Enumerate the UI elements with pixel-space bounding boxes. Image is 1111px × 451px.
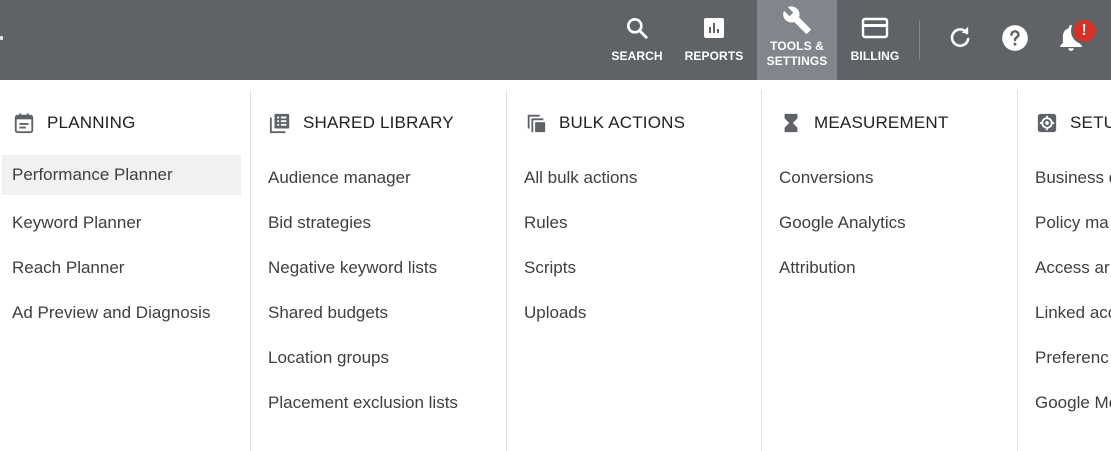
- menu-item-keyword-planner[interactable]: Keyword Planner: [0, 200, 250, 245]
- setup-header: SETU: [1035, 109, 1111, 137]
- menu-item-ad-preview-diagnosis[interactable]: Ad Preview and Diagnosis: [0, 290, 250, 335]
- search-button[interactable]: SEARCH: [605, 0, 669, 80]
- billing-button[interactable]: BILLING: [843, 0, 907, 80]
- reports-icon: [702, 14, 726, 42]
- menu-item-rules[interactable]: Rules: [507, 200, 761, 245]
- help-icon: [1001, 24, 1029, 57]
- notification-badge[interactable]: !: [1071, 18, 1097, 44]
- menu-item-preferences[interactable]: Preferenc: [1018, 335, 1111, 380]
- menu-item-scripts[interactable]: Scripts: [507, 245, 761, 290]
- menu-column-planning: PLANNING Performance Planner Keyword Pla…: [0, 90, 250, 451]
- shared-library-title: SHARED LIBRARY: [303, 113, 454, 132]
- shared-library-list: Audience manager Bid strategies Negative…: [251, 155, 506, 425]
- tools-label-line2: SETTINGS: [766, 54, 828, 68]
- edge-marker: [0, 36, 3, 40]
- tools-settings-label: TOOLS & SETTINGS: [767, 39, 828, 69]
- gear-icon: [1035, 111, 1059, 135]
- menu-item-negative-keyword-lists[interactable]: Negative keyword lists: [251, 245, 506, 290]
- menu-item-reach-planner[interactable]: Reach Planner: [0, 245, 250, 290]
- setup-list: Business d Policy ma Access ar Linked ac…: [1018, 155, 1111, 425]
- search-icon: [624, 14, 650, 42]
- menu-item-access-and-security[interactable]: Access ar: [1018, 245, 1111, 290]
- menu-item-bid-strategies[interactable]: Bid strategies: [251, 200, 506, 245]
- bulk-actions-list: All bulk actions Rules Scripts Uploads: [507, 155, 761, 335]
- menu-item-all-bulk-actions[interactable]: All bulk actions: [507, 155, 761, 200]
- tools-label-line1: TOOLS &: [770, 39, 824, 53]
- menu-item-audience-manager[interactable]: Audience manager: [251, 155, 506, 200]
- menu-item-google-merchant-center[interactable]: Google Mo: [1018, 380, 1111, 425]
- refresh-button[interactable]: [944, 24, 976, 56]
- copy-icon: [524, 111, 548, 135]
- bulk-actions-title: BULK ACTIONS: [559, 113, 686, 132]
- menu-item-location-groups[interactable]: Location groups: [251, 335, 506, 380]
- planning-header: PLANNING: [12, 109, 136, 137]
- bulk-actions-header: BULK ACTIONS: [524, 109, 685, 137]
- planning-title: PLANNING: [47, 113, 136, 132]
- reports-label: REPORTS: [684, 49, 744, 63]
- menu-item-attribution[interactable]: Attribution: [762, 245, 1017, 290]
- calendar-icon: [12, 111, 36, 135]
- menu-column-bulk-actions: BULK ACTIONS All bulk actions Rules Scri…: [506, 90, 761, 451]
- menu-item-performance-planner[interactable]: Performance Planner: [2, 155, 241, 195]
- menu-item-business-data[interactable]: Business d: [1018, 155, 1111, 200]
- refresh-icon: [947, 25, 973, 56]
- shared-library-header: SHARED LIBRARY: [268, 109, 454, 137]
- menu-item-placement-exclusion-lists[interactable]: Placement exclusion lists: [251, 380, 506, 425]
- search-label: SEARCH: [611, 49, 663, 63]
- measurement-title: MEASUREMENT: [814, 113, 949, 132]
- library-icon: [268, 111, 292, 135]
- credit-card-icon: [861, 14, 889, 42]
- menu-item-conversions[interactable]: Conversions: [762, 155, 1017, 200]
- wrench-icon: [782, 6, 812, 34]
- measurement-list: Conversions Google Analytics Attribution: [762, 155, 1017, 290]
- menu-item-linked-accounts[interactable]: Linked acc: [1018, 290, 1111, 335]
- menu-item-shared-budgets[interactable]: Shared budgets: [251, 290, 506, 335]
- menu-column-shared-library: SHARED LIBRARY Audience manager Bid stra…: [250, 90, 506, 451]
- top-bar: SEARCH REPORTS TOOLS & SETTINGS BILLING: [0, 0, 1111, 80]
- help-button[interactable]: [999, 24, 1031, 56]
- menu-column-setup: SETU Business d Policy ma Access ar Link…: [1017, 90, 1111, 451]
- menu-item-google-analytics[interactable]: Google Analytics: [762, 200, 1017, 245]
- planning-list: Performance Planner Keyword Planner Reac…: [0, 155, 250, 335]
- menu-item-policy-manager[interactable]: Policy ma: [1018, 200, 1111, 245]
- reports-button[interactable]: REPORTS: [680, 0, 748, 80]
- tools-settings-button[interactable]: TOOLS & SETTINGS: [757, 0, 837, 80]
- topbar-divider: [919, 20, 920, 60]
- menu-item-uploads[interactable]: Uploads: [507, 290, 761, 335]
- hourglass-icon: [779, 111, 803, 135]
- billing-label: BILLING: [850, 49, 900, 63]
- measurement-header: MEASUREMENT: [779, 109, 948, 137]
- setup-title: SETU: [1070, 113, 1111, 132]
- menu-column-measurement: MEASUREMENT Conversions Google Analytics…: [761, 90, 1017, 451]
